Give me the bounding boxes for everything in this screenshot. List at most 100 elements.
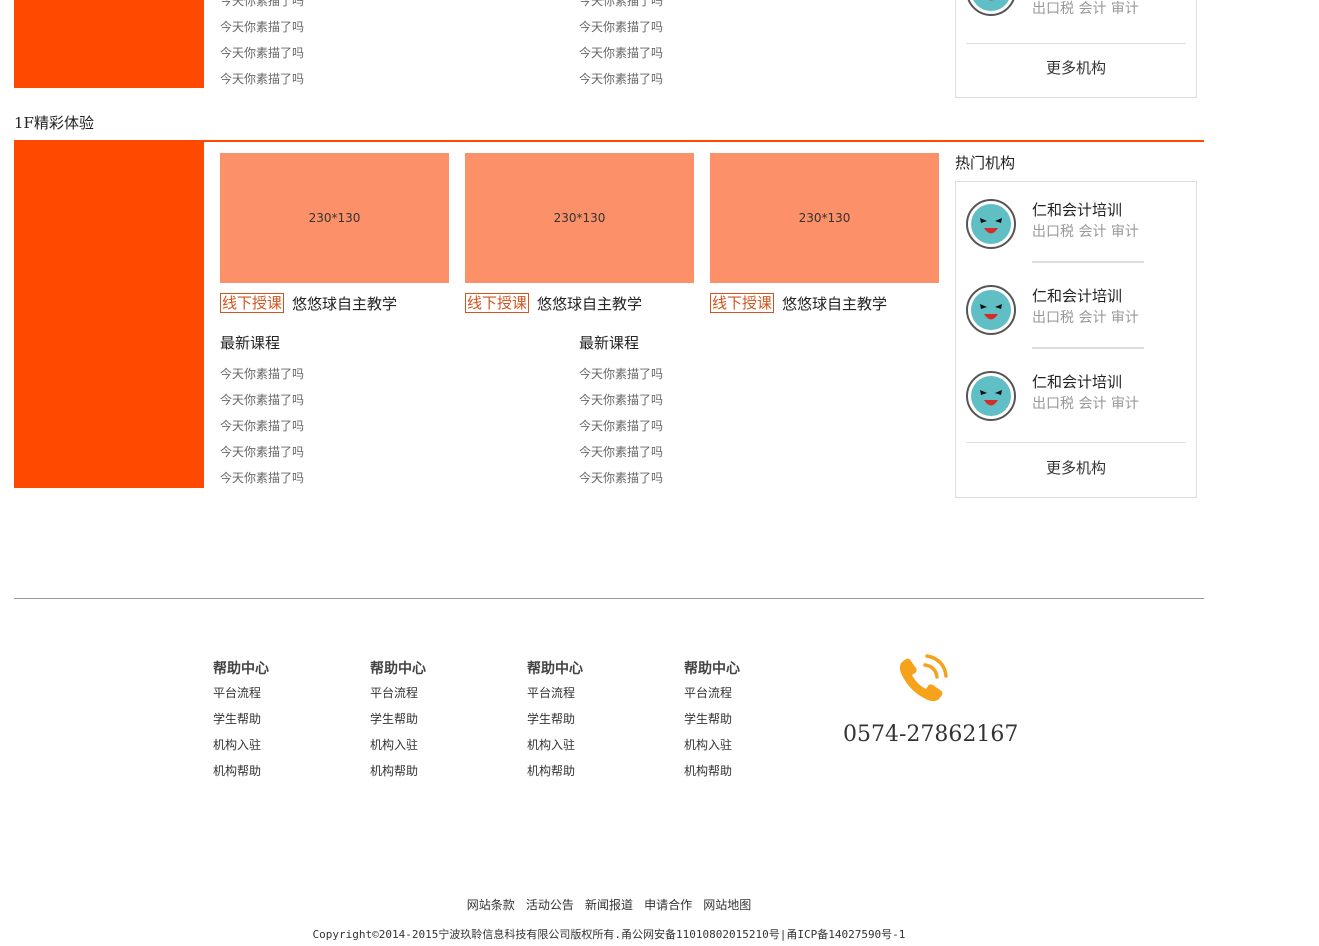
list-item[interactable]: 今天你素描了吗 (220, 0, 304, 14)
footer-help-column: 帮助中心 平台流程 学生帮助 机构入驻 机构帮助 (370, 658, 490, 784)
latest-courses-heading: 最新课程 (220, 334, 281, 352)
divider (1032, 261, 1144, 263)
institution-tags: 出口税 会计 审计 (1032, 1, 1139, 17)
copyright-text: Copyright©2014-2015宁波玖聆信息科技有限公司版权所有.甬公网安… (312, 928, 906, 941)
divider (966, 43, 1186, 44)
footer-link[interactable]: 机构帮助 (213, 758, 333, 784)
list-item[interactable]: 今天你素描了吗 (579, 14, 663, 40)
list-item[interactable]: 今天你素描了吗 (579, 66, 663, 92)
footer-divider (14, 598, 1204, 599)
blue-cartoon-face-icon (973, 0, 1009, 11)
blue-cartoon-face-icon (971, 204, 1011, 244)
footer-link[interactable]: 学生帮助 (370, 706, 490, 732)
institution-tags: 出口税 会计 审计 (1032, 396, 1139, 412)
floor-title: 1F精彩体验 (14, 114, 94, 132)
latest-courses-heading: 最新课程 (579, 334, 640, 352)
footer-link[interactable]: 学生帮助 (684, 706, 804, 732)
top-list-b: 今天你素描了吗 今天你素描了吗 今天你素描了吗 今天你素描了吗 (579, 0, 663, 92)
list-item[interactable]: 今天你素描了吗 (220, 361, 304, 387)
bottom-link[interactable]: 网站条款 (467, 898, 515, 912)
institution-item: 仁和会计培训 出口税 会计 审计 (966, 366, 1186, 426)
course-type-tag[interactable]: 线下授课 (220, 293, 285, 313)
footer-link[interactable]: 平台流程 (213, 680, 333, 706)
footer-column-heading: 帮助中心 (213, 661, 269, 677)
avatar[interactable] (966, 0, 1016, 16)
footer-help-column: 帮助中心 平台流程 学生帮助 机构入驻 机构帮助 (213, 658, 333, 784)
list-item[interactable]: 今天你素描了吗 (579, 0, 663, 14)
institution-item: 仁和会计培训 出口税 会计 审计 (966, 194, 1186, 254)
bottom-link[interactable]: 申请合作 (644, 898, 692, 912)
footer-link[interactable]: 学生帮助 (527, 706, 647, 732)
footer-link[interactable]: 机构入驻 (527, 732, 647, 758)
list-item[interactable]: 今天你素描了吗 (220, 413, 304, 439)
list-item[interactable]: 今天你素描了吗 (220, 14, 304, 40)
top-list-a: 今天你素描了吗 今天你素描了吗 今天你素描了吗 今天你素描了吗 (220, 0, 304, 92)
course-thumbnail[interactable]: 230*130 (710, 153, 939, 283)
course-title[interactable]: 悠悠球自主教学 (292, 293, 397, 314)
list-item[interactable]: 今天你素描了吗 (220, 66, 304, 92)
footer-column-heading: 帮助中心 (684, 661, 740, 677)
list-item[interactable]: 今天你素描了吗 (579, 413, 663, 439)
bottom-link[interactable]: 新闻报道 (585, 898, 633, 912)
list-item[interactable]: 今天你素描了吗 (579, 40, 663, 66)
more-institutions-link[interactable]: 更多机构 (956, 57, 1196, 78)
footer-help-column: 帮助中心 平台流程 学生帮助 机构入驻 机构帮助 (684, 658, 804, 784)
bottom-link[interactable]: 网站地图 (703, 898, 751, 912)
footer-column-heading: 帮助中心 (527, 661, 583, 677)
bottom-links: 网站条款 活动公告 新闻报道 申请合作 网站地图 (0, 894, 1218, 913)
footer-link[interactable]: 机构帮助 (527, 758, 647, 784)
latest-courses-list-b: 今天你素描了吗 今天你素描了吗 今天你素描了吗 今天你素描了吗 今天你素描了吗 (579, 361, 663, 491)
phone-icon (896, 652, 950, 706)
footer-help-column: 帮助中心 平台流程 学生帮助 机构入驻 机构帮助 (527, 658, 647, 784)
course-thumbnail[interactable]: 230*130 (465, 153, 694, 283)
course-title[interactable]: 悠悠球自主教学 (782, 293, 887, 314)
institution-name[interactable]: 仁和会计培训 (1032, 371, 1122, 392)
course-type-tag[interactable]: 线下授课 (465, 293, 530, 313)
footer-link[interactable]: 平台流程 (684, 680, 804, 706)
avatar[interactable] (966, 371, 1016, 421)
hot-institutions-box: 仁和会计培训 出口税 会计 审计 仁和会计培训 出口税 会计 审计 仁和会计培训 (955, 181, 1197, 498)
list-item[interactable]: 今天你素描了吗 (220, 387, 304, 413)
blue-cartoon-face-icon (971, 376, 1011, 416)
institution-name[interactable]: 仁和会计培训 (1032, 199, 1122, 220)
avatar[interactable] (966, 285, 1016, 335)
top-institution-box: 出口税 会计 审计 更多机构 (955, 0, 1197, 98)
institution-tags: 出口税 会计 审计 (1032, 310, 1139, 326)
course-caption: 线下授课 悠悠球自主教学 (220, 292, 397, 314)
contact-phone-number: 0574-27862167 (843, 722, 1019, 747)
list-item[interactable]: 今天你素描了吗 (220, 40, 304, 66)
footer-link[interactable]: 机构入驻 (684, 732, 804, 758)
avatar[interactable] (966, 199, 1016, 249)
list-item[interactable]: 今天你素描了吗 (579, 439, 663, 465)
footer-link[interactable]: 机构帮助 (370, 758, 490, 784)
institution-tags: 出口税 会计 审计 (1032, 224, 1139, 240)
footer-link[interactable]: 机构入驻 (213, 732, 333, 758)
institution-item: 出口税 会计 审计 (966, 0, 1186, 21)
footer-link[interactable]: 机构帮助 (684, 758, 804, 784)
list-item[interactable]: 今天你素描了吗 (220, 439, 304, 465)
course-caption: 线下授课 悠悠球自主教学 (710, 292, 887, 314)
list-item[interactable]: 今天你素描了吗 (220, 465, 304, 491)
institution-item: 仁和会计培训 出口税 会计 审计 (966, 280, 1186, 340)
footer-link[interactable]: 学生帮助 (213, 706, 333, 732)
divider (966, 442, 1186, 443)
hot-institutions-heading: 热门机构 (955, 154, 1016, 172)
top-banner-block[interactable] (14, 0, 204, 88)
list-item[interactable]: 今天你素描了吗 (579, 361, 663, 387)
divider (1032, 347, 1144, 349)
footer-column-heading: 帮助中心 (370, 661, 426, 677)
institution-name[interactable]: 仁和会计培训 (1032, 285, 1122, 306)
footer-link[interactable]: 机构入驻 (370, 732, 490, 758)
list-item[interactable]: 今天你素描了吗 (579, 387, 663, 413)
course-title[interactable]: 悠悠球自主教学 (537, 293, 642, 314)
footer-link[interactable]: 平台流程 (527, 680, 647, 706)
latest-courses-list-a: 今天你素描了吗 今天你素描了吗 今天你素描了吗 今天你素描了吗 今天你素描了吗 (220, 361, 304, 491)
footer-link[interactable]: 平台流程 (370, 680, 490, 706)
floor-banner-block[interactable] (14, 142, 204, 488)
course-thumbnail[interactable]: 230*130 (220, 153, 449, 283)
course-type-tag[interactable]: 线下授课 (710, 293, 775, 313)
bottom-link[interactable]: 活动公告 (526, 898, 574, 912)
blue-cartoon-face-icon (971, 290, 1011, 330)
more-institutions-link[interactable]: 更多机构 (956, 457, 1196, 478)
list-item[interactable]: 今天你素描了吗 (579, 465, 663, 491)
